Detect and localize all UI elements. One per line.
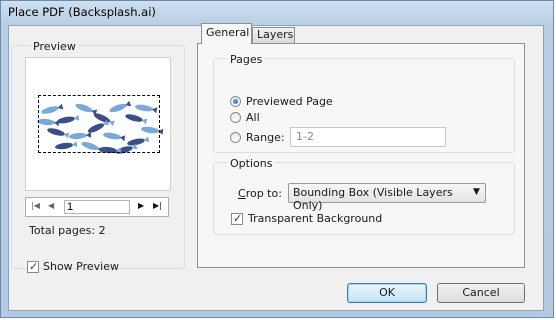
tab-layers-label: Layers xyxy=(257,28,294,41)
tab-general[interactable]: General xyxy=(201,23,252,44)
page-navigator: |◀ ◀ ▶ ▶| xyxy=(25,197,169,217)
radio-button[interactable] xyxy=(230,132,241,143)
crop-to-dropdown[interactable]: Bounding Box (Visible Layers Only) ▼ xyxy=(287,183,486,212)
radio-label: Previewed Page xyxy=(246,95,333,108)
transparent-background-checkbox[interactable] xyxy=(231,212,243,225)
options-group-label: Options xyxy=(228,157,275,170)
crop-to-row: Crop to: Bounding Box (Visible Layers On… xyxy=(238,183,486,212)
range-input[interactable]: 1-2 xyxy=(290,127,446,147)
tab-general-label: General xyxy=(206,26,250,39)
total-pages-text: Total pages: 2 xyxy=(29,224,106,237)
crop-bounds-rect xyxy=(38,95,160,153)
next-page-icon[interactable]: ▶ xyxy=(138,201,144,210)
ok-button[interactable]: OK xyxy=(347,283,427,303)
crop-to-mnemonic: C xyxy=(238,186,246,200)
crop-to-label-rest: rop to: xyxy=(245,186,282,200)
radio-label: All xyxy=(246,111,260,124)
cancel-button[interactable]: Cancel xyxy=(437,283,525,303)
preview-thumbnail xyxy=(25,57,171,191)
radio-previewed-page[interactable]: Previewed Page xyxy=(230,95,333,108)
pages-group-label: Pages xyxy=(228,53,265,66)
prev-page-icon[interactable]: ◀ xyxy=(48,201,54,210)
last-page-icon[interactable]: ▶| xyxy=(153,201,162,210)
radio-button[interactable] xyxy=(230,96,241,107)
preview-group-label: Preview xyxy=(31,40,78,53)
show-preview-checkbox-row[interactable]: Show Preview xyxy=(27,260,119,273)
transparent-background-row[interactable]: Transparent Background xyxy=(231,212,382,225)
title-bar[interactable]: Place PDF (Backsplash.ai) xyxy=(1,1,553,23)
chevron-down-icon: ▼ xyxy=(473,187,480,197)
page-number-input[interactable] xyxy=(64,200,130,214)
crop-to-label: Crop to: xyxy=(238,187,282,200)
window-title: Place PDF (Backsplash.ai) xyxy=(8,5,156,19)
radio-button[interactable] xyxy=(230,112,241,123)
transparent-background-label: Transparent Background xyxy=(248,212,383,225)
tab-layers[interactable]: Layers xyxy=(252,27,295,43)
radio-all[interactable]: All xyxy=(230,111,260,124)
show-preview-checkbox[interactable] xyxy=(27,260,39,273)
radio-range[interactable]: Range: xyxy=(230,131,285,144)
radio-label: Range: xyxy=(246,131,285,144)
show-preview-label: Show Preview xyxy=(43,260,119,273)
first-page-icon[interactable]: |◀ xyxy=(31,201,40,210)
